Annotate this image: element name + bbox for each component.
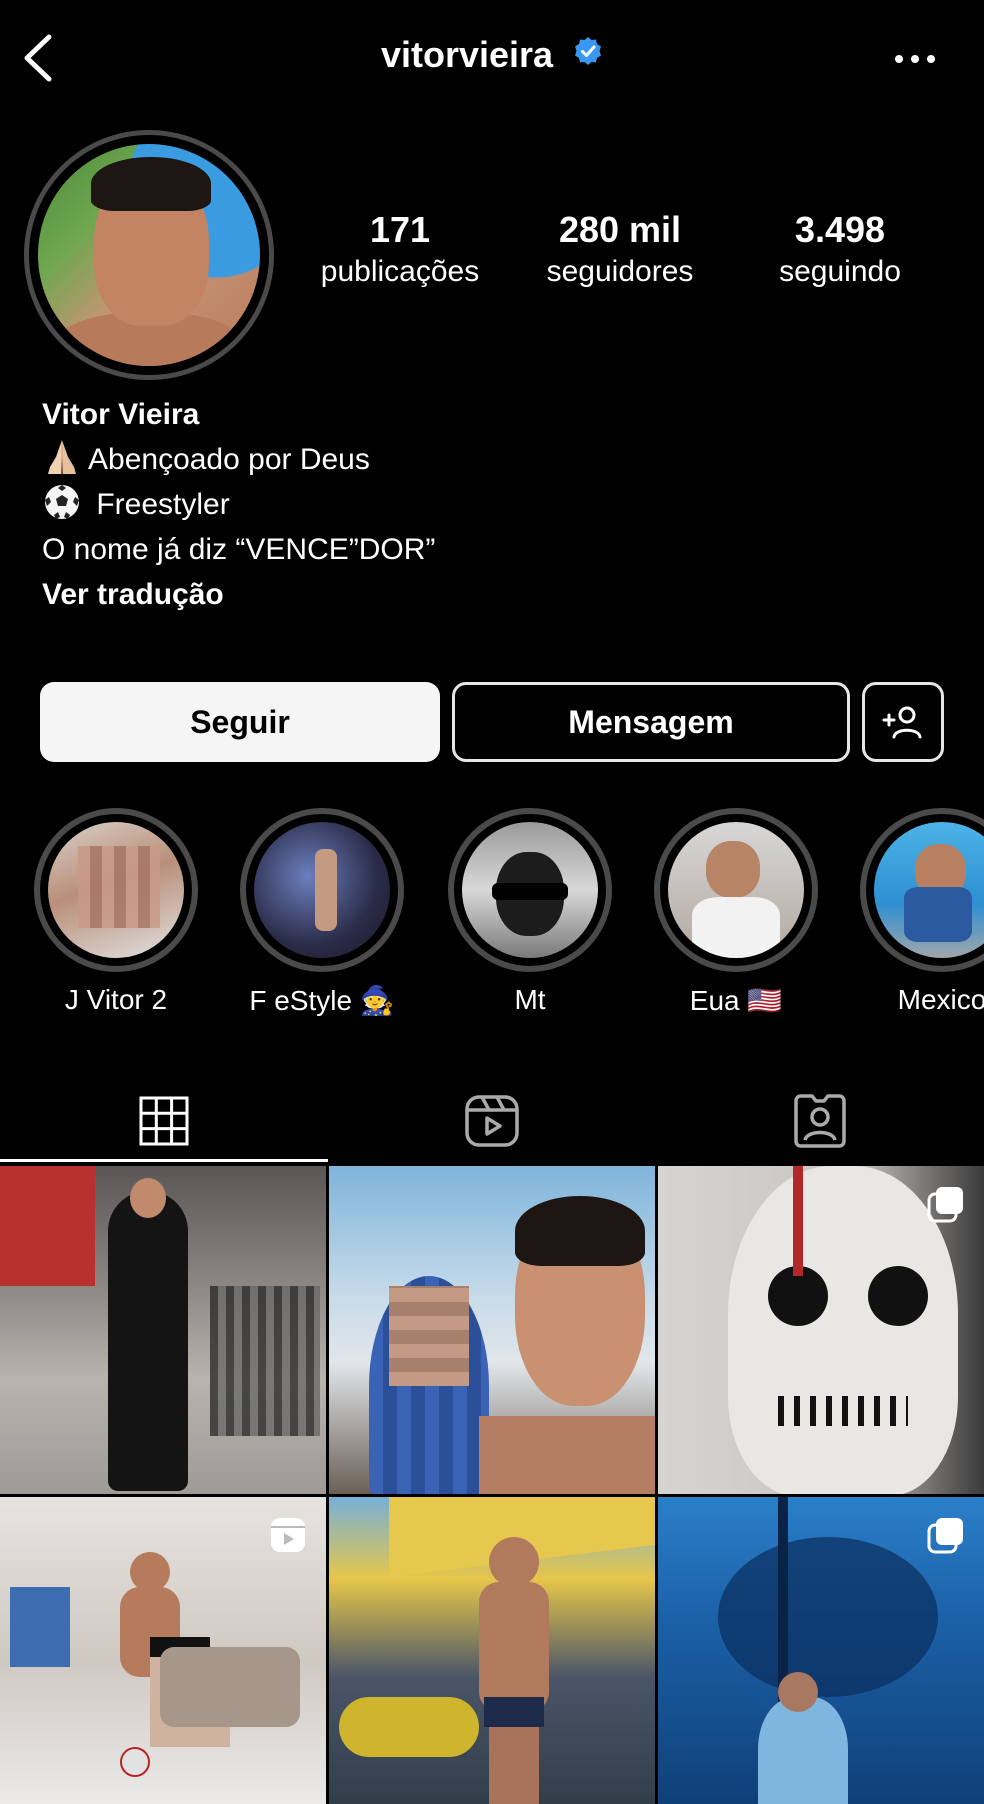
bio-line-3: O nome já diz “VENCE”DOR” [42, 533, 436, 566]
stat-following[interactable]: 3.498 seguindo [730, 208, 950, 298]
post-thumbnail[interactable] [329, 1497, 655, 1804]
bio-line-blessed: Abençoado por Deus [42, 437, 942, 482]
stat-followers-count: 280 mil [558, 209, 682, 250]
stat-following-count: 3.498 [794, 209, 886, 250]
highlight-cover [462, 822, 598, 958]
profile-stats: 171 publicações 280 mil seguidores 3.498… [290, 208, 950, 298]
profile-avatar-ring[interactable] [24, 130, 274, 380]
bio-line-2: Freestyler [96, 488, 230, 521]
post-thumbnail[interactable] [0, 1497, 326, 1804]
highlight-cover [668, 822, 804, 958]
grid-icon [139, 1096, 189, 1146]
carousel-icon [927, 1187, 963, 1223]
top-bar: vitorvieira [0, 0, 984, 120]
highlight-cover [254, 822, 390, 958]
tagged-icon [794, 1094, 846, 1148]
more-options-button[interactable] [890, 44, 940, 74]
stat-posts[interactable]: 171 publicações [290, 208, 510, 298]
profile-username-header: vitorvieira [0, 34, 984, 76]
tab-posts-grid[interactable] [0, 1080, 328, 1162]
highlight-label: Mt [514, 984, 546, 1015]
post-thumbnail[interactable] [658, 1497, 984, 1804]
carousel-icon [927, 1518, 963, 1554]
stat-posts-label: publicações [320, 255, 480, 288]
soccer-ball-icon [45, 485, 79, 519]
stat-following-label: seguindo [779, 255, 901, 288]
highlight-j-vitor-2[interactable]: J Vitor 2 [34, 808, 198, 1016]
profile-tabs [0, 1080, 984, 1162]
highlight-cover [48, 822, 184, 958]
reels-icon [465, 1095, 519, 1147]
verified-badge-icon [573, 33, 603, 75]
highlight-mt[interactable]: Mt [448, 808, 612, 1016]
see-translation-link[interactable]: Ver tradução [42, 572, 942, 617]
reel-icon [271, 1518, 305, 1552]
stat-followers-label: seguidores [546, 255, 694, 288]
profile-avatar [38, 144, 260, 366]
tab-tagged[interactable] [656, 1080, 984, 1162]
post-thumbnail[interactable] [0, 1166, 326, 1494]
bio-line-freestyler: Freestyler [42, 482, 942, 527]
add-user-icon [882, 706, 922, 739]
profile-bio: Vitor Vieira Abençoado por Deus Freestyl… [42, 392, 942, 617]
posts-grid [0, 1166, 984, 1804]
praying-hands-icon [48, 440, 76, 474]
highlight-label: J Vitor 2 [64, 984, 168, 1015]
highlight-label: Eua 🇺🇸 [689, 985, 783, 1016]
highlight-mexico[interactable]: Mexico [860, 808, 984, 1016]
username: vitorvieira [380, 34, 554, 75]
highlight-label: F eStyle 🧙 [249, 985, 395, 1016]
stat-followers[interactable]: 280 mil seguidores [510, 208, 730, 298]
highlight-freestyle[interactable]: F eStyle 🧙 [240, 808, 404, 1017]
follow-button[interactable]: Seguir [40, 682, 440, 762]
message-button[interactable]: Mensagem [452, 682, 850, 762]
bio-line-1: Abençoado por Deus [88, 443, 370, 476]
post-thumbnail[interactable] [329, 1166, 655, 1494]
profile-display-name: Vitor Vieira [42, 398, 200, 431]
highlight-cover [874, 822, 984, 958]
stat-posts-count: 171 [369, 209, 431, 250]
tab-reels[interactable] [328, 1080, 656, 1162]
more-dots-icon [895, 55, 935, 63]
highlight-eua[interactable]: Eua 🇺🇸 [654, 808, 818, 1017]
suggest-users-button[interactable] [862, 682, 944, 762]
highlight-label: Mexico [897, 984, 984, 1015]
post-thumbnail[interactable] [658, 1166, 984, 1494]
